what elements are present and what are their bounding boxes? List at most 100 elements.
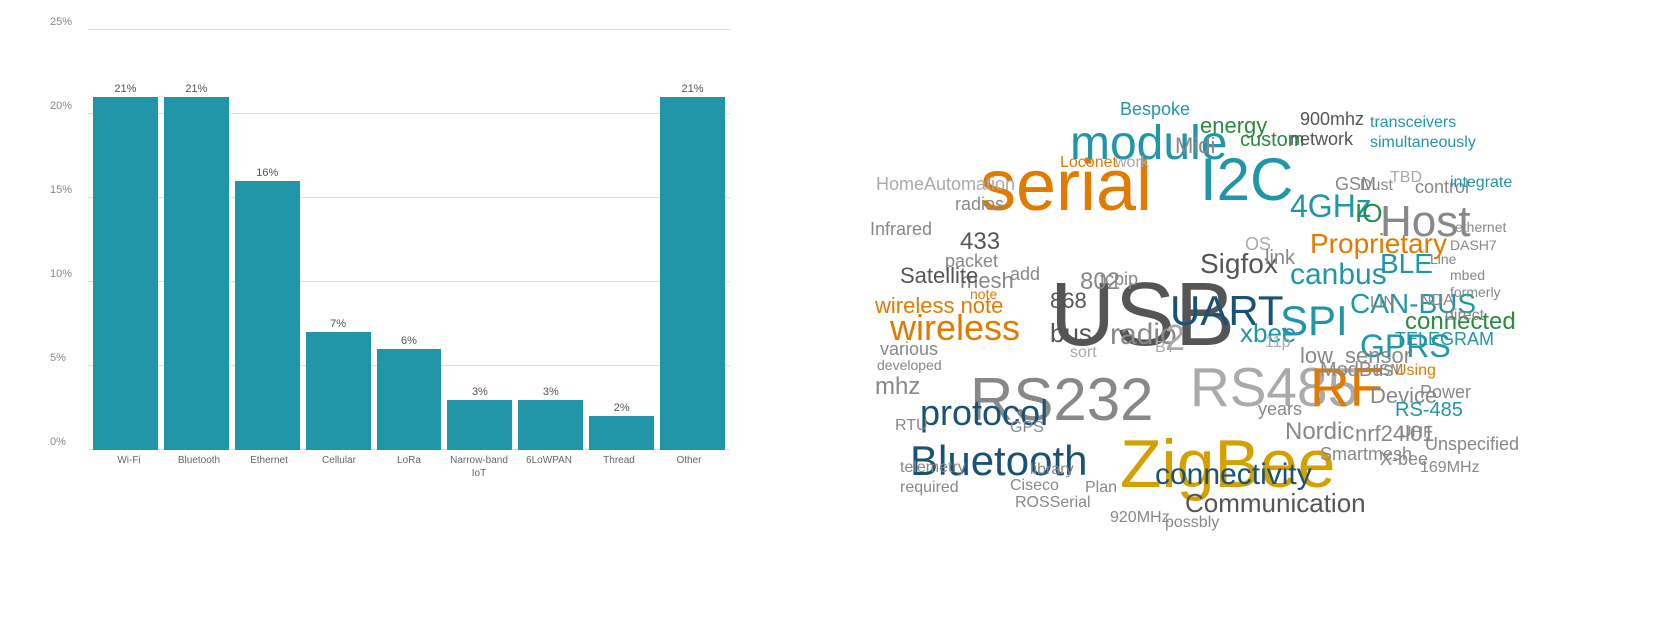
- word-cloud-item: mhz: [875, 375, 920, 399]
- bars-row: 21% 21% 16% 7% 6% 3% 3% 2% 21%: [88, 30, 730, 450]
- gridline-label: 25%: [50, 16, 72, 28]
- word-cloud-item: Plan: [1085, 480, 1117, 496]
- word-cloud-item: formerly: [1450, 285, 1501, 299]
- x-label: Wi-Fi: [98, 454, 160, 480]
- x-label: Cellular: [308, 454, 370, 480]
- word-cloud-item: 868: [1050, 290, 1087, 312]
- bar-group: 21%: [660, 30, 725, 450]
- bar-value: 16%: [256, 167, 278, 179]
- chart-wrapper: 0%5%10%15%20%25%21%21%16%7%6%3%3%2%21% W…: [48, 30, 730, 598]
- word-cloud-item: 920MHz: [1110, 510, 1170, 526]
- bar-group: 2%: [589, 30, 654, 450]
- word-cloud-item: developed: [877, 358, 942, 372]
- word-cloud-item: add: [1010, 265, 1040, 283]
- word-cloud-item: bus: [1050, 320, 1092, 346]
- chart-with-grid: 0%5%10%15%20%25%21%21%16%7%6%3%3%2%21%: [88, 30, 730, 450]
- word-cloud: serialUSBI2CZigBeeRS232RS485RFBluetoothS…: [760, 0, 1666, 618]
- bar: [660, 97, 725, 450]
- word-cloud-item: simultaneously: [1370, 135, 1476, 151]
- word-cloud-item: sort: [1070, 345, 1097, 361]
- word-cloud-item: network: [1290, 130, 1353, 148]
- word-cloud-item: work: [1115, 155, 1149, 171]
- word-cloud-item: telemetry: [900, 460, 966, 476]
- word-cloud-item: DASH7: [1450, 238, 1497, 252]
- gridline-label: 5%: [50, 352, 66, 364]
- word-cloud-item: Loconet: [1060, 155, 1117, 171]
- word-cloud-item: connectivity: [1155, 460, 1312, 490]
- word-cloud-item: Bespoke: [1120, 100, 1190, 118]
- word-cloud-item: HomeAutomation: [876, 175, 1015, 193]
- word-cloud-item: RS-485: [1395, 400, 1463, 420]
- word-cloud-item: BT: [1155, 340, 1175, 356]
- bar-group: 3%: [447, 30, 512, 450]
- word-cloud-item: ethernet: [1455, 220, 1506, 234]
- word-cloud-item: Nordic: [1285, 420, 1354, 444]
- word-cloud-panel: serialUSBI2CZigBeeRS232RS485RFBluetoothS…: [760, 0, 1666, 618]
- word-cloud-item: canbus: [1290, 260, 1387, 290]
- word-cloud-item: mbed: [1450, 268, 1485, 282]
- bar-value: 21%: [185, 83, 207, 95]
- word-cloud-item: required: [900, 480, 959, 496]
- x-label: Narrow-band IoT: [448, 454, 510, 480]
- bar: [93, 97, 158, 450]
- bar-group: 6%: [377, 30, 442, 450]
- word-cloud-item: 900mhz: [1300, 110, 1364, 128]
- x-label: Other: [658, 454, 720, 480]
- bar: [377, 349, 442, 450]
- word-cloud-item: 169MHz: [1420, 460, 1480, 476]
- gridline-label: 0%: [50, 436, 66, 448]
- bar-group: 7%: [306, 30, 371, 450]
- word-cloud-item: Line: [1430, 252, 1456, 266]
- bar-group: 21%: [93, 30, 158, 450]
- word-cloud-item: GPS: [1010, 420, 1044, 436]
- chart-area: 0%5%10%15%20%25%21%21%16%7%6%3%3%2%21% W…: [40, 30, 730, 598]
- word-cloud-item: Infrared: [870, 220, 932, 238]
- gridline-label: 10%: [50, 268, 72, 280]
- bar-group: 21%: [164, 30, 229, 450]
- bar-value: 6%: [401, 335, 417, 347]
- word-cloud-item: Ciseco: [1010, 478, 1059, 494]
- bar: [235, 181, 300, 450]
- x-label: Ethernet: [238, 454, 300, 480]
- bar: [306, 332, 371, 450]
- x-label: Thread: [588, 454, 650, 480]
- x-labels: Wi-Fi Bluetooth Ethernet Cellular LoRa Narrow…: [88, 454, 730, 480]
- gridline-label: 20%: [50, 100, 72, 112]
- bar-group: 3%: [518, 30, 583, 450]
- word-cloud-item: BLE: [1380, 250, 1433, 278]
- bar: [589, 416, 654, 450]
- word-cloud-item: tcpip: [1100, 270, 1138, 288]
- bar: [164, 97, 229, 450]
- bar-value: 21%: [114, 83, 136, 95]
- bar-value: 7%: [330, 318, 346, 330]
- gridline-label: 15%: [50, 184, 72, 196]
- word-cloud-item: library: [1030, 462, 1074, 478]
- bar-value: 2%: [614, 402, 630, 414]
- word-cloud-item: TELEGRAM: [1395, 330, 1494, 348]
- bar-group: 16%: [235, 30, 300, 450]
- bar: [447, 400, 512, 450]
- word-cloud-item: Satellite: [900, 265, 978, 287]
- word-cloud-item: IO: [1355, 200, 1382, 226]
- word-cloud-item: Unspecified: [1425, 435, 1519, 453]
- word-cloud-item: RTU: [895, 418, 928, 434]
- word-cloud-item: ROSSerial: [1015, 495, 1091, 511]
- bar: [518, 400, 583, 450]
- bar-value: 3%: [543, 386, 559, 398]
- word-cloud-item: 11p: [1265, 335, 1291, 351]
- bar-value: 21%: [682, 83, 704, 95]
- word-cloud-item: Using: [1395, 363, 1436, 379]
- x-label: LoRa: [378, 454, 440, 480]
- word-cloud-item: integrate: [1450, 175, 1512, 191]
- word-cloud-item: Communication: [1185, 490, 1366, 516]
- word-cloud-item: Midi: [1175, 135, 1215, 157]
- word-cloud-item: transceivers: [1370, 115, 1456, 131]
- word-cloud-item: direct: [1445, 308, 1484, 324]
- x-label: 6LoWPAN: [518, 454, 580, 480]
- x-label: Bluetooth: [168, 454, 230, 480]
- word-cloud-item: wireless note: [875, 295, 1003, 317]
- word-cloud-item: radios: [955, 195, 1004, 213]
- chart-panel: 0% 5% 10% 15% 20% 25% 21% 21% 16% 7% 6% 3% 3% 2% 21% W…: [0, 0, 760, 618]
- word-cloud-item: various: [880, 340, 938, 358]
- word-cloud-item: LIN: [1370, 295, 1395, 311]
